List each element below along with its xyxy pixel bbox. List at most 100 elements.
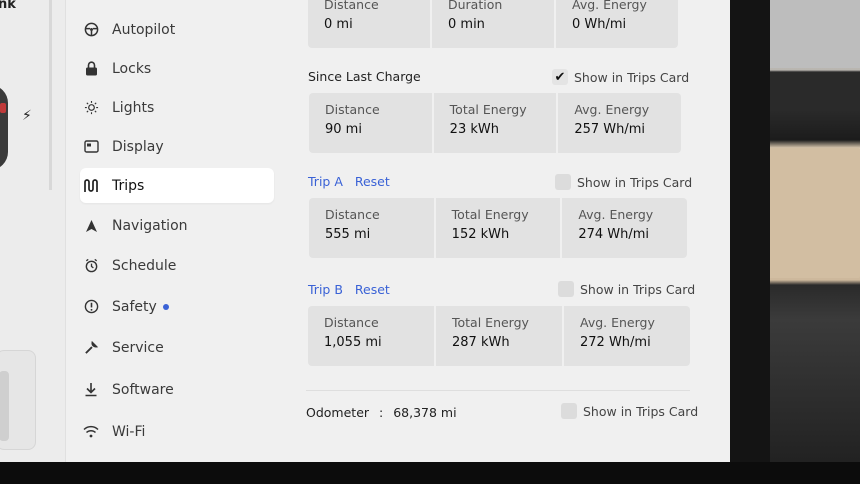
stat-cell: Duration 0 min [432,0,556,48]
sidebar-item-label: Navigation [112,217,188,234]
stat-label: Avg. Energy [572,0,647,12]
odometer-value: 68,378 mi [393,405,457,420]
trip-a-show-toggle[interactable]: Show in Trips Card [555,174,692,190]
since-last-charge-stats: Distance 90 mi Total Energy 23 kWh Avg. … [309,93,681,153]
stat-value: 90 mi [325,122,362,137]
trip-a-title: Trip A [308,174,343,189]
odometer-show-toggle[interactable]: Show in Trips Card [561,403,698,419]
since-last-charge-show-toggle[interactable]: ✔ Show in Trips Card [552,69,689,85]
vehicle-preview-pane: nk ⚡ [0,0,66,462]
warning-icon [80,299,102,314]
trip-b-show-toggle[interactable]: Show in Trips Card [558,281,695,297]
sidebar-item-label: Locks [112,60,152,77]
stat-cell: Distance 1,055 mi [308,306,436,366]
checkbox-label: Show in Trips Card [580,281,696,297]
odometer-readout: Odometer : 68,378 mi [306,405,457,420]
stat-value: 1,055 mi [324,335,382,350]
stat-label: Avg. Energy [574,102,650,117]
sidebar-item-wifi[interactable]: Wi-Fi [80,414,145,449]
stat-label: Total Energy [452,315,529,330]
screen-bezel-right [730,0,770,484]
sidebar-item-service[interactable]: Service [80,330,164,365]
divider [306,390,690,391]
stat-label: Total Energy [449,102,527,117]
settings-sidebar: Autopilot Locks Lights Display Trips Nav… [66,0,288,462]
stat-cell: Distance 0 mi [308,0,432,48]
trip-b-reset-button[interactable]: Reset [355,282,390,297]
stat-value: 152 kWh [451,227,510,242]
stat-cell: Avg. Energy 257 Wh/mi [558,93,681,153]
sidebar-item-safety[interactable]: Safety [80,289,169,324]
sidebar-item-label: Trips [112,177,145,194]
seat [763,148,860,278]
checkbox-unchecked[interactable] [558,281,574,297]
stat-value: 287 kWh [452,335,510,350]
checkbox-unchecked[interactable] [561,403,577,419]
trip-b-header: Trip B Reset [308,282,402,297]
trip-b-title: Trip B [308,282,343,297]
stat-value: 272 Wh/mi [580,335,651,350]
sidebar-item-display[interactable]: Display [80,129,164,164]
sidebar-item-navigation[interactable]: Navigation [80,208,188,243]
sidebar-item-lights[interactable]: Lights [80,90,154,125]
sidebar-item-label: Autopilot [112,21,176,38]
screen-bezel-bottom [0,462,860,484]
trip-a-stats: Distance 555 mi Total Energy 152 kWh Avg… [309,198,687,258]
trip-a-header: Trip A Reset [308,174,402,189]
stat-label: Distance [324,0,379,12]
preview-scrollbar[interactable] [49,0,52,190]
checkbox-checked[interactable]: ✔ [552,69,568,85]
sidebar-item-label: Lights [112,99,155,116]
steering-wheel-icon [80,22,102,37]
stat-label: Avg. Energy [580,315,655,330]
wrench-icon [80,340,102,355]
sidebar-item-label: Schedule [112,257,177,274]
current-drive-stats: Distance 0 mi Duration 0 min Avg. Energy… [308,0,678,48]
window-glass [755,0,860,68]
checkbox-label: Show in Trips Card [574,69,690,85]
trip-a-reset-button[interactable]: Reset [355,174,390,189]
sidebar-item-trips[interactable]: Trips [80,168,274,203]
checkbox-label: Show in Trips Card [577,174,693,190]
sidebar-item-schedule[interactable]: Schedule [80,248,176,283]
sidebar-item-label: Display [112,138,164,155]
since-last-charge-title: Since Last Charge [308,69,421,84]
notification-dot [162,303,169,310]
mini-card[interactable] [0,350,36,450]
trip-b-stats: Distance 1,055 mi Total Energy 287 kWh A… [308,306,690,366]
stat-label: Duration [448,0,503,12]
light-icon [80,100,102,115]
stat-label: Avg. Energy [578,207,654,222]
stat-cell: Total Energy 152 kWh [436,198,563,258]
lock-icon [80,61,102,76]
stat-cell: Total Energy 23 kWh [434,93,559,153]
car-image [0,85,8,170]
stat-value: 257 Wh/mi [574,122,646,137]
stat-cell: Distance 90 mi [309,93,434,153]
sidebar-item-label: Wi-Fi [112,423,146,440]
stat-label: Distance [324,315,379,330]
navigation-icon [80,219,102,233]
stat-value: 274 Wh/mi [578,227,650,242]
touchscreen: nk ⚡ Autopilot Locks Lights [0,0,730,462]
clock-icon [80,258,102,273]
stat-value: 0 min [448,17,485,32]
odometer-separator: : [379,405,384,420]
odometer-label: Odometer [306,405,370,420]
stat-label: Total Energy [451,207,529,222]
wifi-icon [80,425,102,438]
checkbox-unchecked[interactable] [555,174,571,190]
sidebar-item-label: Safety [112,298,157,315]
sidebar-item-autopilot[interactable]: Autopilot [80,12,175,47]
download-icon [80,382,102,397]
cut-off-label: nk [0,0,16,12]
sidebar-item-locks[interactable]: Locks [80,51,151,86]
stat-cell: Distance 555 mi [309,198,436,258]
sidebar-item-software[interactable]: Software [80,372,174,407]
stat-cell: Avg. Energy 274 Wh/mi [562,198,687,258]
stat-label: Distance [325,102,380,117]
charging-bolt-icon: ⚡ [22,108,32,124]
checkbox-label: Show in Trips Card [583,403,699,419]
car-interior-background [755,0,860,484]
stat-value: 0 Wh/mi [572,17,627,32]
